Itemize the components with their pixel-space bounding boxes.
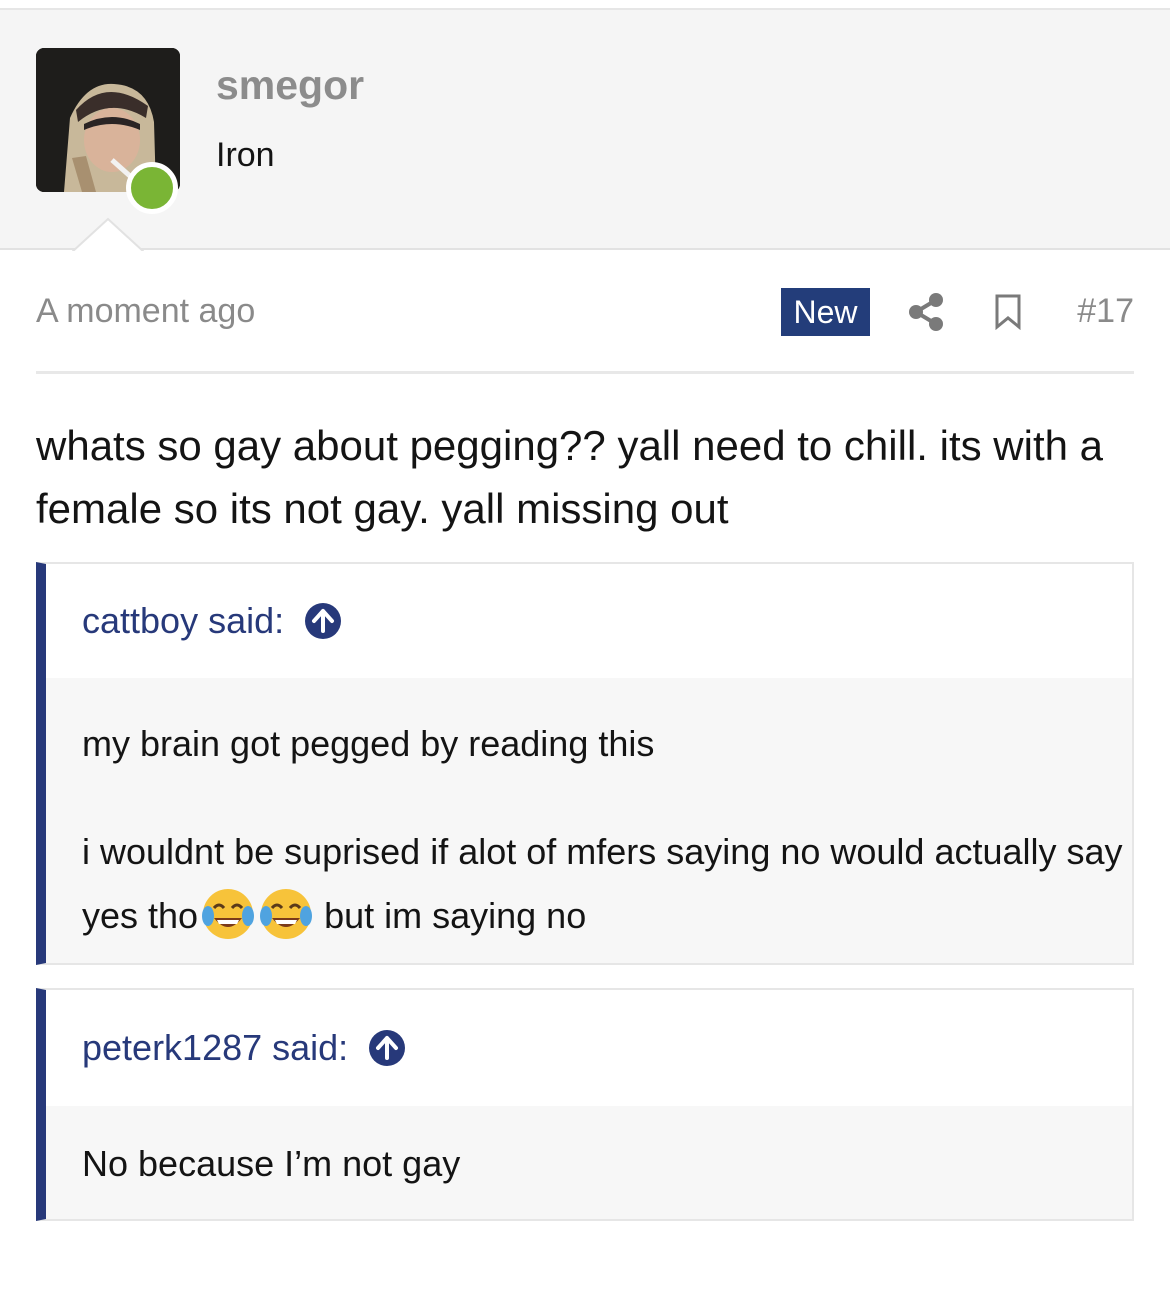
user-title: Iron: [216, 136, 275, 174]
quote-line: my brain got pegged by reading this: [82, 723, 655, 764]
post-timestamp[interactable]: A moment ago: [36, 292, 255, 331]
quote-block: cattboy said: my brain got pegged by rea…: [36, 562, 1134, 965]
quote-content: my brain got pegged by reading this i wo…: [46, 678, 1132, 948]
quote-line-text: No because I’m not gay: [82, 1143, 461, 1184]
arrow-up-circle-icon[interactable]: [368, 1029, 406, 1067]
tears-of-joy-emoji-icon: [260, 889, 313, 939]
quote-line-text: but im saying no: [314, 895, 587, 936]
quote-header[interactable]: cattboy said:: [46, 564, 1132, 678]
online-status-indicator: [126, 162, 178, 214]
quote-header[interactable]: peterk1287 said:: [46, 990, 1132, 1106]
user-header: smegor Iron: [0, 8, 1170, 250]
quote-author[interactable]: cattboy said:: [82, 600, 284, 642]
quote-content: No because I’m not gay: [46, 1106, 1132, 1196]
post-meta-bar: A moment ago New #17: [36, 284, 1134, 342]
share-icon[interactable]: [908, 292, 944, 332]
post-number-link[interactable]: #17: [1077, 292, 1134, 331]
quote-line: i wouldnt be suprised if alot of mfers s…: [82, 820, 1132, 948]
post-body-text: whats so gay about pegging?? yall need t…: [36, 422, 1104, 532]
message-pointer-arrow: [72, 217, 144, 253]
tears-of-joy-emoji-icon: [202, 889, 255, 939]
new-badge: New: [781, 288, 870, 336]
bookmark-icon[interactable]: [994, 294, 1022, 330]
quote-author[interactable]: peterk1287 said:: [82, 1027, 348, 1069]
quote-block: peterk1287 said: No because I’m not gay: [36, 988, 1134, 1221]
arrow-up-circle-icon[interactable]: [304, 602, 342, 640]
divider: [36, 371, 1134, 374]
username-link[interactable]: smegor: [216, 62, 364, 109]
